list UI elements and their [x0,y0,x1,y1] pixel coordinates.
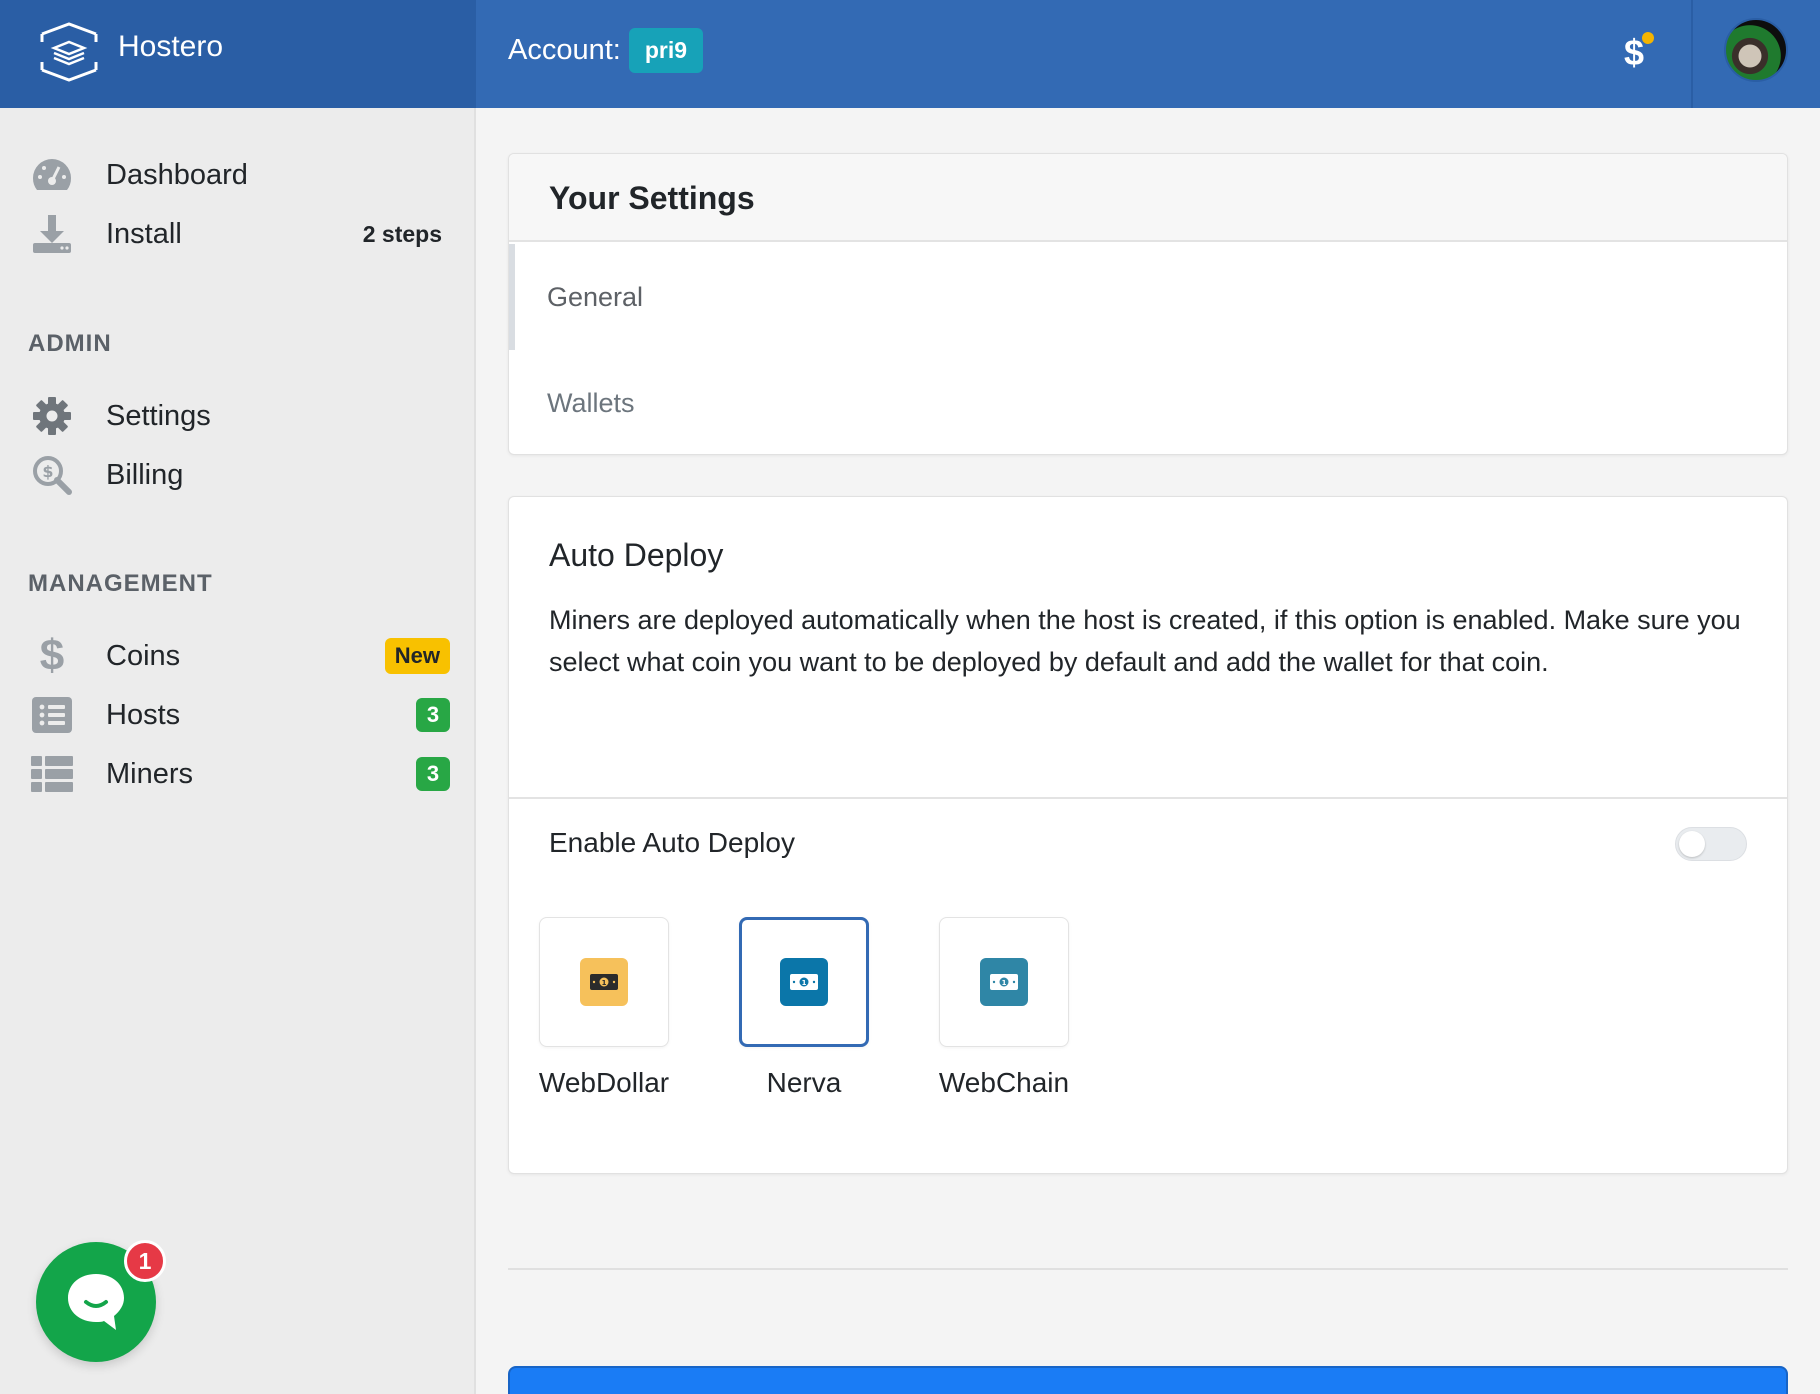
table-list-icon [30,752,74,796]
enable-auto-deploy-label: Enable Auto Deploy [549,827,795,858]
miners-count-badge: 3 [416,757,450,791]
list-icon [30,693,74,737]
auto-deploy-description: Miners are deployed automatically when t… [549,605,1741,677]
sidebar-item-label: Hosts [106,698,181,731]
sidebar-item-label: Billing [106,458,184,491]
enable-auto-deploy-toggle[interactable] [1675,827,1747,861]
hosts-count-badge: 3 [416,698,450,732]
sidebar-item-label: Settings [106,399,211,432]
card-divider [509,797,1787,799]
sidebar: Dashboard Install 2 steps ADMIN Settings… [0,108,476,1394]
sidebar-item-dashboard[interactable]: Dashboard [0,145,476,205]
money-bill-icon: 1 [780,958,828,1006]
install-steps-count: 2 steps [362,220,442,247]
sidebar-item-miners[interactable]: Miners 3 [0,744,476,804]
account-indicator: Account: pri9 [508,28,704,73]
top-navbar: Hostero Account: pri9 $ [0,0,1820,108]
coin-tile[interactable]: 1 [539,917,669,1047]
auto-deploy-title: Auto Deploy [549,537,724,573]
svg-text:1: 1 [802,979,807,987]
new-badge: New [384,638,450,674]
svg-text:1: 1 [1002,979,1007,987]
sidebar-item-install[interactable]: Install 2 steps [0,204,476,264]
page-divider [508,1268,1788,1270]
brand[interactable]: Hostero [0,0,476,108]
topbar-divider [1691,0,1693,108]
dollar-icon: $ [39,631,65,680]
sidebar-item-settings[interactable]: Settings [0,386,476,446]
sidebar-item-label: Dashboard [106,158,248,191]
sidebar-item-label: Install [106,217,182,250]
settings-tab-wallets[interactable]: Wallets [509,350,1787,456]
account-badge[interactable]: pri9 [628,28,704,73]
money-bill-icon: 1 [980,958,1028,1006]
chat-bubble-icon [68,1274,124,1330]
user-avatar[interactable] [1724,18,1788,82]
billing-dollar-icon[interactable]: $ [1616,30,1672,78]
download-icon [30,212,74,256]
coin-name: WebDollar [538,1067,670,1098]
svg-text:$: $ [42,462,53,481]
settings-card: Your Settings General Wallets [508,153,1788,455]
svg-text:1: 1 [602,979,607,987]
auto-deploy-card: Auto Deploy Miners are deployed automati… [508,496,1788,1174]
dashboard-gauge-icon [30,153,74,197]
admin-section-heading: ADMIN [28,330,112,357]
coin-option-nerva[interactable]: 1 Nerva [719,917,889,1099]
sidebar-item-billing[interactable]: $ Billing [0,445,476,505]
notification-dot [1642,32,1654,44]
coin-name: WebChain [938,1067,1070,1098]
money-bill-icon: 1 [580,958,628,1006]
brand-name: Hostero [118,30,224,63]
settings-tab-general[interactable]: General [509,244,1787,350]
hostero-logo-icon [40,22,98,82]
settings-card-title: Your Settings [509,154,1787,242]
coin-tile[interactable]: 1 [939,917,1069,1047]
toggle-knob [1679,831,1705,857]
coin-tile-selected[interactable]: 1 [739,917,869,1047]
management-section-heading: MANAGEMENT [28,570,213,597]
coin-option-webdollar[interactable]: 1 WebDollar [519,917,689,1099]
coin-option-webchain[interactable]: 1 WebChain [919,917,1089,1099]
gear-icon [30,394,74,438]
search-dollar-icon: $ [30,453,74,497]
sidebar-item-label: Miners [106,757,194,790]
chat-unread-badge: 1 [124,1240,166,1282]
sidebar-item-label: Coins [106,639,181,672]
primary-action-button[interactable] [508,1366,1788,1394]
sidebar-item-coins[interactable]: $ Coins New [0,626,476,686]
sidebar-item-hosts[interactable]: Hosts 3 [0,685,476,745]
coin-name: Nerva [766,1067,842,1098]
account-label: Account: [508,34,621,66]
